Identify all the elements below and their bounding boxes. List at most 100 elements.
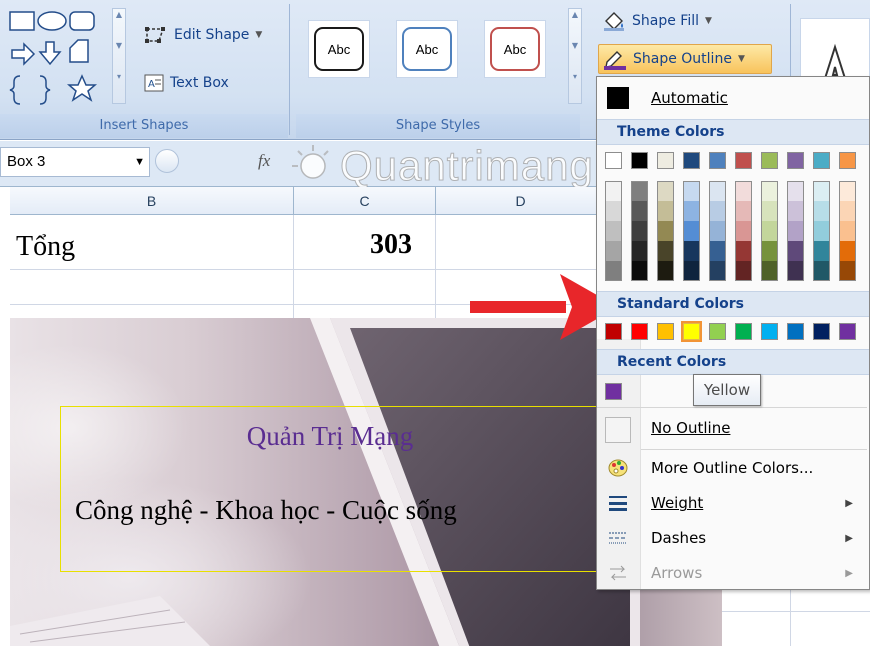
line-weight-icon (607, 492, 629, 514)
theme-color-swatch[interactable] (631, 201, 648, 221)
shape-gallery-scroll[interactable]: ▲ ▼ ▾ (112, 8, 126, 104)
name-box[interactable]: Box 3 ▼ (0, 147, 150, 177)
theme-color-swatch[interactable] (683, 221, 700, 241)
theme-color-swatch[interactable] (761, 181, 778, 201)
theme-color-swatch[interactable] (839, 201, 856, 221)
theme-color-swatch[interactable] (605, 241, 622, 261)
theme-color-swatch[interactable] (813, 241, 830, 261)
theme-color-swatch[interactable] (813, 201, 830, 221)
theme-color-swatch[interactable] (761, 221, 778, 241)
menu-item-more-outline-colors[interactable]: More Outline Colors... (597, 451, 869, 485)
recent-color-swatch[interactable] (605, 383, 622, 400)
theme-color-swatch[interactable] (709, 261, 726, 281)
theme-color-swatch[interactable] (787, 241, 804, 261)
theme-color-swatch[interactable] (683, 152, 700, 169)
theme-color-swatch[interactable] (787, 261, 804, 281)
shape-style-2[interactable]: Abc (396, 20, 458, 78)
column-header-d[interactable]: D (436, 187, 606, 215)
standard-color-swatch[interactable] (709, 323, 726, 340)
theme-color-swatch[interactable] (839, 241, 856, 261)
theme-color-swatch[interactable] (813, 221, 830, 241)
pencil-icon (604, 51, 626, 70)
theme-color-swatch[interactable] (605, 221, 622, 241)
standard-color-swatch[interactable] (657, 323, 674, 340)
theme-color-swatch[interactable] (839, 221, 856, 241)
theme-color-swatch[interactable] (787, 152, 804, 169)
theme-color-swatch[interactable] (709, 241, 726, 261)
theme-color-swatch[interactable] (657, 201, 674, 221)
theme-color-swatch[interactable] (787, 221, 804, 241)
edit-shape-button[interactable]: Edit Shape ▼ (144, 22, 262, 48)
theme-color-swatch[interactable] (709, 152, 726, 169)
theme-color-swatch[interactable] (605, 152, 622, 169)
theme-color-swatch[interactable] (605, 181, 622, 201)
theme-color-swatch[interactable] (683, 261, 700, 281)
shape-outline-button[interactable]: Shape Outline ▼ (598, 44, 772, 74)
theme-color-swatch[interactable] (787, 201, 804, 221)
theme-color-swatch[interactable] (761, 241, 778, 261)
theme-color-swatch[interactable] (787, 181, 804, 201)
standard-color-swatch[interactable] (761, 323, 778, 340)
standard-color-swatch[interactable] (605, 323, 622, 340)
cell-b-total-label[interactable]: Tổng (16, 231, 75, 263)
theme-color-swatch[interactable] (735, 241, 752, 261)
column-header-c[interactable]: C (294, 187, 436, 215)
theme-color-swatch[interactable] (761, 152, 778, 169)
cell-c-total-value[interactable]: 303 (370, 229, 412, 261)
theme-color-swatch[interactable] (735, 201, 752, 221)
standard-color-swatch[interactable] (631, 323, 648, 340)
standard-color-swatch[interactable] (813, 323, 830, 340)
column-header-b[interactable]: B (10, 187, 294, 215)
standard-color-swatch[interactable] (681, 321, 702, 342)
menu-item-arrows[interactable]: Arrows ▶ (597, 556, 869, 590)
theme-color-swatch[interactable] (683, 241, 700, 261)
theme-color-swatch[interactable] (735, 181, 752, 201)
theme-color-swatch[interactable] (683, 181, 700, 201)
theme-color-swatch[interactable] (657, 221, 674, 241)
shape-fill-button[interactable]: Shape Fill ▼ (602, 8, 712, 34)
theme-color-swatch[interactable] (761, 201, 778, 221)
theme-color-swatch[interactable] (657, 241, 674, 261)
theme-color-swatch[interactable] (631, 261, 648, 281)
shape-styles-scroll[interactable]: ▲ ▼ ▾ (568, 8, 582, 104)
chevron-down-icon: ▼ (737, 54, 745, 64)
theme-color-swatch[interactable] (631, 221, 648, 241)
shape-style-1[interactable]: Abc (308, 20, 370, 78)
menu-item-automatic[interactable]: Automatic (597, 81, 869, 115)
theme-color-swatch[interactable] (839, 152, 856, 169)
theme-color-swatch[interactable] (839, 181, 856, 201)
chevron-down-icon[interactable]: ▼ (134, 148, 145, 176)
theme-color-swatch[interactable] (813, 181, 830, 201)
theme-color-swatch[interactable] (813, 261, 830, 281)
theme-color-swatch[interactable] (813, 152, 830, 169)
selected-text-box[interactable]: Quản Trị Mạng Công nghệ - Khoa học - Cuộ… (60, 406, 600, 572)
standard-color-swatch[interactable] (787, 323, 804, 340)
fx-icon[interactable]: fx (258, 151, 270, 171)
text-box-button[interactable]: A Text Box (144, 70, 229, 96)
standard-color-swatch[interactable] (735, 323, 752, 340)
shape-style-3[interactable]: Abc (484, 20, 546, 78)
theme-color-swatch[interactable] (709, 181, 726, 201)
theme-color-swatch[interactable] (657, 152, 674, 169)
theme-color-swatch[interactable] (631, 241, 648, 261)
theme-color-swatch[interactable] (709, 221, 726, 241)
shape-gallery[interactable] (8, 6, 108, 106)
theme-color-swatch[interactable] (735, 221, 752, 241)
theme-color-swatch[interactable] (683, 201, 700, 221)
theme-color-swatch[interactable] (605, 261, 622, 281)
menu-item-dashes[interactable]: Dashes ▶ (597, 521, 869, 555)
menu-item-weight[interactable]: Weight ▶ (597, 486, 869, 520)
theme-color-swatch[interactable] (657, 181, 674, 201)
theme-color-swatch[interactable] (735, 261, 752, 281)
theme-color-swatch[interactable] (605, 201, 622, 221)
standard-color-swatch[interactable] (839, 323, 856, 340)
formula-bar-handle[interactable] (155, 149, 179, 173)
theme-color-swatch[interactable] (761, 261, 778, 281)
theme-color-swatch[interactable] (657, 261, 674, 281)
theme-color-swatch[interactable] (839, 261, 856, 281)
menu-item-no-outline[interactable]: No Outline (597, 411, 869, 445)
theme-color-swatch[interactable] (631, 152, 648, 169)
theme-color-swatch[interactable] (631, 181, 648, 201)
theme-color-swatch[interactable] (735, 152, 752, 169)
theme-color-swatch[interactable] (709, 201, 726, 221)
